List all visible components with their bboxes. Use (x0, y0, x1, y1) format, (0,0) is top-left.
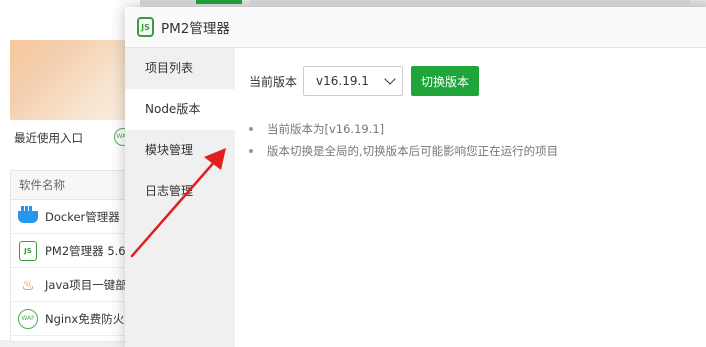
tab-module-management[interactable]: 模块管理 (125, 130, 235, 171)
tab-log-management[interactable]: 日志管理 (125, 171, 235, 212)
version-select[interactable]: v16.19.1 (303, 66, 404, 96)
version-row: 当前版本 v16.19.1 切换版本 (249, 66, 480, 96)
chevron-down-icon (384, 73, 396, 85)
tab-project-list[interactable]: 项目列表 (125, 48, 235, 89)
java-icon: ♨ (21, 275, 35, 294)
tab-node-version[interactable]: Node版本 (125, 89, 235, 130)
table-row[interactable]: WAF Nginx免费防火 (11, 302, 141, 336)
table-row[interactable]: ♨ Java项目一键部 (11, 268, 141, 302)
topbar-segment (250, 0, 690, 4)
row-label: Docker管理器 (45, 209, 120, 224)
dialog-sidebar: 项目列表 Node版本 模块管理 日志管理 (125, 48, 235, 347)
row-label: Nginx免费防火 (45, 311, 125, 326)
bullet-icon (249, 127, 253, 131)
bullet-icon (249, 149, 253, 153)
note-text: 当前版本为[v16.19.1] (267, 122, 385, 136)
pm2-icon: JS (17, 240, 39, 261)
dialog-title: PM2管理器 (161, 21, 230, 37)
switch-version-button[interactable]: 切换版本 (411, 66, 480, 96)
list-item: 当前版本为[v16.19.1] (249, 118, 558, 140)
nodejs-icon: JS (137, 17, 154, 37)
version-label: 当前版本 (249, 74, 298, 89)
topbar-active-segment (196, 0, 242, 4)
row-label: PM2管理器 5.6 (45, 243, 126, 258)
notes-list: 当前版本为[v16.19.1] 版本切换是全局的,切换版本后可能影响您正在运行的… (249, 118, 558, 162)
table-header: 软件名称 (11, 171, 141, 200)
banner-image[interactable] (10, 40, 130, 120)
dialog-content: 当前版本 v16.19.1 切换版本 当前版本为[v16.19.1] 版本切换是… (235, 48, 706, 347)
row-label: Java项目一键部 (45, 277, 127, 292)
dialog-header[interactable]: JS PM2管理器 (125, 7, 706, 48)
version-select-value: v16.19.1 (316, 74, 369, 88)
software-table: 软件名称 Docker管理器 JS PM2管理器 5.6 ♨ Java项目一键部… (10, 170, 142, 342)
waf-icon: WAF (17, 308, 39, 329)
table-row[interactable]: Docker管理器 (11, 200, 141, 234)
list-item: 版本切换是全局的,切换版本后可能影响您正在运行的项目 (249, 140, 558, 162)
pm2-dialog: JS PM2管理器 项目列表 Node版本 模块管理 日志管理 当前版本 v16… (125, 7, 706, 347)
table-row[interactable]: JS PM2管理器 5.6 (11, 234, 141, 268)
note-text: 版本切换是全局的,切换版本后可能影响您正在运行的项目 (267, 144, 559, 158)
recent-label: 最近使用入口 (14, 131, 83, 145)
docker-icon (17, 205, 39, 226)
